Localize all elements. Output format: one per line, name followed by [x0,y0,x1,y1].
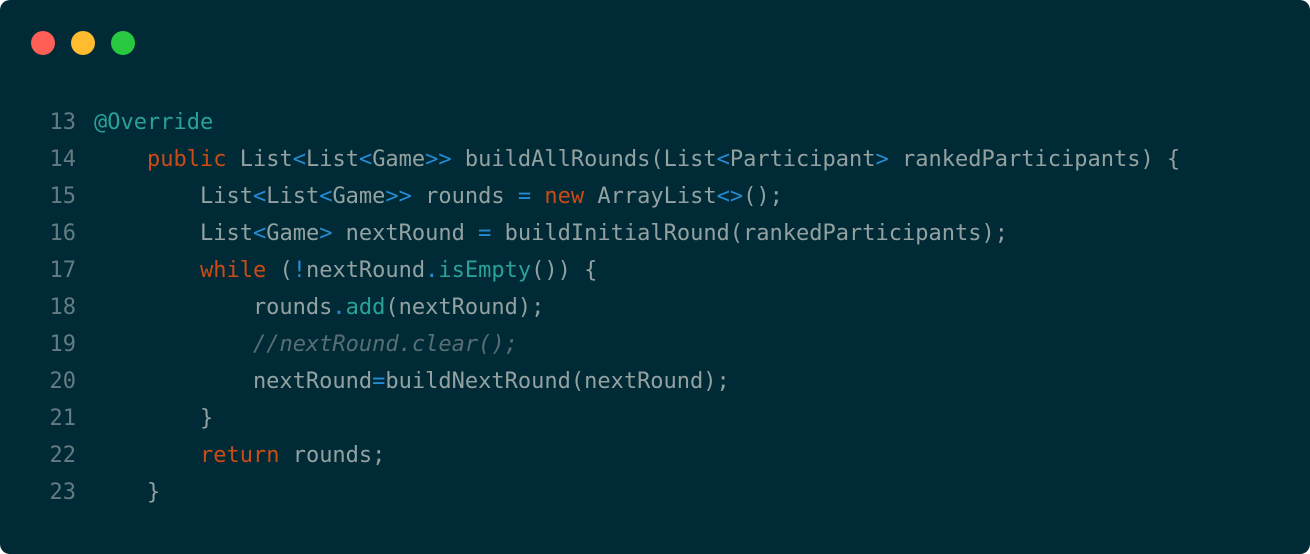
code-token: Game [266,221,320,246]
line-number: 23 [49,480,77,505]
close-dot-icon[interactable] [31,31,55,55]
code-token: ! [292,258,306,283]
code-token: List [226,147,293,172]
line-number: 22 [49,443,77,468]
line-number: 16 [49,221,77,246]
code-token: >> [425,147,452,172]
code-token: ( [266,258,293,283]
code-token: < [252,184,267,209]
code-token: rounds [94,295,333,320]
window-titlebar [0,0,1310,80]
code-token: } [94,406,214,431]
code-text: //nextRound.clear(); [94,326,518,363]
code-token: rounds [411,184,518,209]
line-number: 19 [49,332,77,357]
minimize-dot-icon[interactable] [71,31,95,55]
code-text: } [94,474,160,511]
code-text: rounds.add(nextRound); [94,289,544,326]
line-number: 13 [49,110,77,135]
code-line: 13 @Override [0,104,1310,141]
code-token: buildInitialRound(rankedParticipants); [491,221,1008,246]
code-token: } [94,480,161,505]
code-token: . [425,258,439,283]
code-token: > [875,147,889,172]
code-token: return [199,443,280,468]
code-token: rounds; [279,443,386,468]
line-number: 15 [49,184,77,209]
code-line: 14 public List<List<Game>> buildAllRound… [0,141,1310,178]
code-text: } [94,400,213,437]
code-token: Game [372,147,426,172]
code-token: while [199,258,267,283]
maximize-dot-icon[interactable] [111,31,135,55]
code-token: ()) { [531,258,598,283]
code-token: isEmpty [438,258,532,283]
code-token: < [358,147,373,172]
code-token: < [319,184,333,209]
line-number: 14 [49,147,77,172]
code-token: List [266,184,320,209]
code-token: buildAllRounds(List [451,147,717,172]
code-line: 23 } [0,474,1310,511]
code-token: @Override [94,110,214,135]
code-token: //nextRound.clear(); [252,332,518,357]
code-token: nextRound [94,369,373,394]
code-token: (); [743,184,783,209]
code-token: List [305,147,359,172]
code-token: ArrayList [584,184,717,209]
line-number: 17 [49,258,77,283]
code-token: nextRound [305,258,426,283]
code-token: new [544,184,585,209]
code-line: 19 //nextRound.clear(); [0,326,1310,363]
code-token: List [94,221,253,246]
code-text: List<List<Game>> rounds = new ArrayList<… [94,178,783,215]
code-line: 20 nextRound=buildNextRound(nextRound); [0,363,1310,400]
code-token: < [252,221,267,246]
code-text: nextRound=buildNextRound(nextRound); [94,363,730,400]
code-block: 13 @Override 14 public List<List<Game>> bu… [0,104,1310,511]
code-token: Participant [729,147,876,172]
code-token: . [332,295,346,320]
code-token: > [319,221,333,246]
code-token: = [372,369,386,394]
code-token: List [94,184,253,209]
code-token: = [517,184,532,209]
code-line: 17 while (!nextRound.isEmpty()) { [0,252,1310,289]
code-token: add [345,295,386,320]
code-text: public List<List<Game>> buildAllRounds(L… [94,141,1180,178]
code-text: List<Game> nextRound = buildInitialRound… [94,215,1008,252]
code-text: return rounds; [94,437,385,474]
line-number: 21 [49,406,77,431]
code-text: while (!nextRound.isEmpty()) { [94,252,597,289]
code-token: < [716,147,730,172]
line-number: 18 [49,295,77,320]
code-token: public [146,147,227,172]
code-window: 13 @Override 14 public List<List<Game>> bu… [0,0,1310,554]
line-number: 20 [49,369,77,394]
code-text: @Override [94,104,213,141]
code-line: 15 List<List<Game>> rounds = new ArrayLi… [0,178,1310,215]
code-token: <> [716,184,744,209]
code-token: Game [332,184,386,209]
code-token: rankedParticipants) { [888,147,1181,172]
code-token: >> [385,184,412,209]
code-token: nextRound [332,221,479,246]
code-token: buildNextRound(nextRound); [385,369,730,394]
code-token: < [292,147,306,172]
code-line: 21 } [0,400,1310,437]
code-line: 18 rounds.add(nextRound); [0,289,1310,326]
code-line: 16 List<Game> nextRound = buildInitialRo… [0,215,1310,252]
code-token: = [478,221,492,246]
code-token: (nextRound); [385,295,545,320]
code-line: 22 return rounds; [0,437,1310,474]
